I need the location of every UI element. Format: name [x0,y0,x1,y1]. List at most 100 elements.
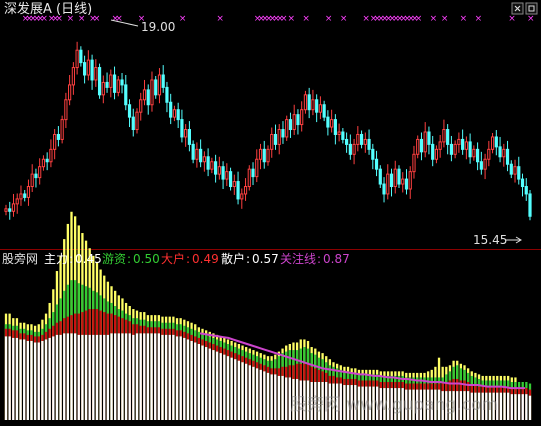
candle [157,68,162,104]
candle [79,46,83,67]
sanhu-bar [88,334,91,420]
legend-item-dahu: 大户 : 0.49 [161,251,219,266]
indicator-bars [4,211,532,420]
sanhu-bar [52,336,55,420]
sanhu-bar [525,394,528,420]
candle [19,185,23,206]
candle [116,75,120,97]
sanhu-bar [503,392,506,420]
sanhu-bar [106,334,110,420]
candle [139,92,143,121]
candle [165,81,169,113]
candle [45,152,49,171]
candle [124,75,128,111]
candle [184,124,188,147]
sanhu-bar [514,394,517,420]
sanhu-bar [183,337,186,420]
sanhu-bar [55,334,59,420]
candle [494,130,498,156]
sanhu-bar [15,337,19,420]
stock-chart: 深发展A (日线) ×××××× ××× × × ×× ×× × × × ×××××××× × × × ×… [0,1,541,420]
sanhu-bar [190,340,193,420]
candle [326,110,330,136]
sanhu-bar [252,366,255,420]
legend-key-sanhu: 散户 [221,251,245,266]
candle [273,124,278,150]
candle [281,121,285,144]
sanhu-bar [99,334,102,420]
sanhu-bar [114,333,117,420]
sanhu-bar [143,333,146,420]
signal-marker: × [67,14,75,24]
sanhu-bar [81,334,84,420]
sanhu-bar [139,333,142,420]
sanhu-bar [44,339,48,420]
sanhu-bar [70,333,73,420]
sanhu-bar [226,356,230,420]
candle [64,92,68,129]
candle [94,59,98,87]
candle [296,109,300,135]
candle [90,54,94,90]
sanhu-bar [77,334,80,420]
candle [30,164,34,192]
candle [288,112,293,138]
sanhu-bar [248,365,251,420]
candle [26,179,31,206]
candle [53,129,57,160]
sanhu-bar [164,334,168,420]
legend-key-dahu: 大户 [161,251,185,266]
sanhu-bar [223,354,226,420]
candle [483,153,487,180]
sanhu-bar [146,333,150,420]
candle [56,126,60,147]
candle [337,123,341,142]
sanhu-bar [117,333,120,420]
candle [509,160,513,179]
candle [393,160,397,194]
signal-marker: × [325,14,333,24]
candle [412,145,416,179]
candle [146,84,150,115]
candle [374,150,379,177]
candle [341,128,345,144]
candle [524,178,528,201]
indicator-title: 股旁网 [2,251,38,266]
expand-panel-button[interactable] [525,2,538,15]
candle [202,151,206,172]
sanhu-bar [135,333,139,420]
legend-value-guanzhu: 0.87 [323,252,350,266]
sanhu-bar [8,336,11,420]
candle [127,99,132,128]
candle [307,87,311,119]
candle [187,121,192,152]
candle [210,157,214,174]
sanhu-bar [274,374,277,420]
candle [520,173,525,197]
sanhu-bar [103,334,106,420]
candle [34,168,38,188]
sanhu-bar [150,333,153,420]
signal-marker: × [441,14,449,24]
candle [498,136,502,163]
svg-text::: : [127,252,131,266]
legend-value-dahu: 0.49 [192,252,219,266]
candle [8,201,12,220]
candle [11,193,16,217]
legend-item-guanzhu: 关注线 : 0.87 [280,251,350,266]
candle [195,142,199,168]
candle [419,132,424,161]
close-panel-button[interactable] [511,2,524,15]
legend-value-zhuli: 0.45 [75,252,102,266]
candle [135,108,139,134]
svg-text::: : [69,252,73,266]
candle [169,93,173,125]
candle [434,145,439,164]
sanhu-bar [219,353,222,420]
candle [356,126,360,152]
signal-marker: × [40,14,48,24]
sanhu-bar [92,334,95,420]
candle [97,63,102,99]
candle [131,108,135,137]
sanhu-bar [212,350,215,420]
